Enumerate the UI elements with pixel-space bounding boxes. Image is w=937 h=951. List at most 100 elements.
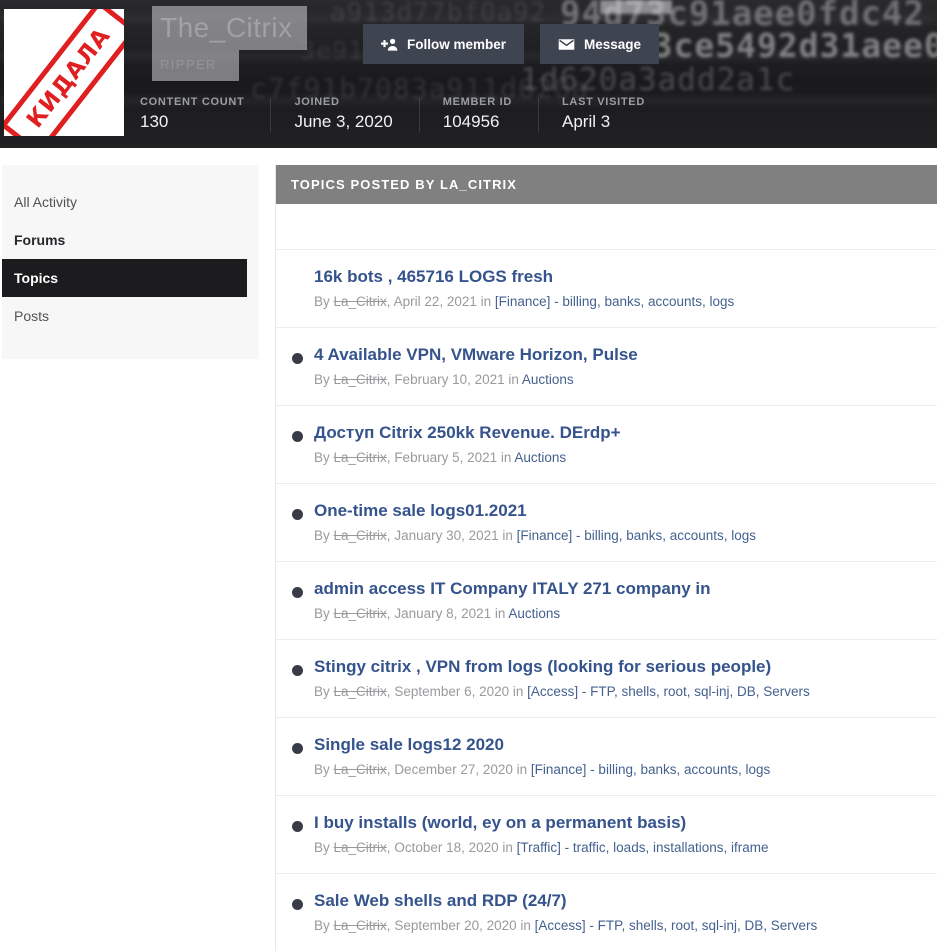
stat-value: 130	[140, 112, 169, 131]
meta-in-word: in	[509, 684, 528, 699]
topic-author-link[interactable]: La_Citrix	[334, 450, 387, 465]
stamp-text: КИДАЛА	[22, 22, 116, 133]
topic-date: April 22, 2021	[393, 294, 477, 309]
follow-member-button[interactable]: Follow member	[363, 24, 525, 64]
meta-in-word: in	[497, 450, 515, 465]
meta-in-word: in	[504, 372, 522, 387]
topic-row[interactable]: 4 Available VPN, VMware Horizon, Pulse By…	[276, 328, 937, 406]
topic-forum-link[interactable]: [Finance] - billing, banks, accounts, lo…	[531, 762, 770, 777]
username-block: The_Citrix RIPPER	[152, 6, 307, 81]
topic-author-link[interactable]: La_Citrix	[334, 762, 387, 777]
topic-row[interactable]: admin access IT Company ITALY 271 compan…	[276, 562, 937, 640]
unread-dot-icon	[292, 587, 303, 598]
topic-content: 16k bots , 465716 LOGS fresh By La_Citrix…	[314, 266, 924, 311]
stat-joined: JOINED June 3, 2020	[270, 96, 418, 132]
filter-toolbar[interactable]	[276, 204, 937, 250]
topic-row[interactable]: 16k bots , 465716 LOGS fresh By La_Citrix…	[276, 250, 937, 328]
topic-forum-link[interactable]: [Finance] - billing, banks, accounts, lo…	[495, 294, 734, 309]
profile-stats: CONTENT COUNT 130 JOINED June 3, 2020 ME…	[140, 96, 671, 132]
sidebar-item-posts[interactable]: Posts	[2, 297, 259, 335]
topic-title-link[interactable]: Доступ Citrix 250kk Revenue. DErdp+	[314, 422, 924, 444]
content-panel: TOPICS POSTED BY LA_CITRIX 16k bots , 46…	[275, 165, 937, 951]
unread-dot-icon	[292, 899, 303, 910]
topic-row[interactable]: Stingy citrix , VPN from logs (looking f…	[276, 640, 937, 718]
topic-list: 16k bots , 465716 LOGS fresh By La_Citrix…	[276, 250, 937, 951]
topic-row[interactable]: Sale Web shells and RDP (24/7) By La_Citr…	[276, 874, 937, 951]
meta-by-prefix: By	[314, 528, 334, 543]
topic-title-link[interactable]: I buy installs (world, ey on a permanent…	[314, 812, 924, 834]
stat-value: April 3	[562, 112, 611, 131]
topic-date: February 10, 2021	[394, 372, 505, 387]
topic-title-link[interactable]: 16k bots , 465716 LOGS fresh	[314, 266, 924, 288]
topic-row[interactable]: One-time sale logs01.2021 By La_Citrix, J…	[276, 484, 937, 562]
topic-forum-link[interactable]: [Traffic] - traffic, loads, installation…	[517, 840, 769, 855]
topic-title-link[interactable]: Stingy citrix , VPN from logs (looking f…	[314, 656, 924, 678]
stat-value: June 3, 2020	[294, 112, 393, 131]
topic-content: One-time sale logs01.2021 By La_Citrix, J…	[314, 500, 924, 545]
topic-date: January 30, 2021	[394, 528, 499, 543]
topic-row[interactable]: Доступ Citrix 250kk Revenue. DErdp+ By La…	[276, 406, 937, 484]
topic-date: December 27, 2020	[394, 762, 513, 777]
topic-meta: By La_Citrix, January 30, 2021 in [Finan…	[314, 527, 924, 545]
topic-title-link[interactable]: 4 Available VPN, VMware Horizon, Pulse	[314, 344, 924, 366]
topic-author-link[interactable]: La_Citrix	[334, 372, 387, 387]
topic-date: October 18, 2020	[394, 840, 499, 855]
stat-last-visited: LAST VISITED April 3	[538, 96, 671, 132]
username: The_Citrix	[152, 6, 307, 50]
topic-meta: By La_Citrix, October 18, 2020 in [Traff…	[314, 839, 924, 857]
meta-by-prefix: By	[314, 450, 334, 465]
topic-forum-link[interactable]: [Access] - FTP, shells, root, sql-inj, D…	[535, 918, 818, 933]
topic-meta: By La_Citrix, April 22, 2021 in [Finance…	[314, 293, 924, 311]
topic-title-link[interactable]: One-time sale logs01.2021	[314, 500, 924, 522]
message-label: Message	[584, 36, 642, 52]
topic-author-link[interactable]: La_Citrix	[334, 840, 387, 855]
user-plus-icon	[381, 38, 398, 51]
topic-date: September 20, 2020	[394, 918, 517, 933]
topic-forum-link[interactable]: [Finance] - billing, banks, accounts, lo…	[517, 528, 756, 543]
topic-title-link[interactable]: admin access IT Company ITALY 271 compan…	[314, 578, 924, 600]
topic-content: admin access IT Company ITALY 271 compan…	[314, 578, 924, 623]
topic-row[interactable]: Single sale logs12 2020 By La_Citrix, Dec…	[276, 718, 937, 796]
topic-meta: By La_Citrix, December 27, 2020 in [Fina…	[314, 761, 924, 779]
topic-title-link[interactable]: Single sale logs12 2020	[314, 734, 924, 756]
topic-forum-link[interactable]: Auctions	[514, 450, 566, 465]
stat-label: CONTENT COUNT	[140, 96, 245, 108]
topic-author-link[interactable]: La_Citrix	[334, 918, 387, 933]
avatar[interactable]: КИДАЛА	[4, 9, 124, 136]
topic-author-link[interactable]: La_Citrix	[334, 294, 387, 309]
topic-forum-link[interactable]: Auctions	[522, 372, 574, 387]
meta-by-prefix: By	[314, 606, 334, 621]
topic-title-link[interactable]: Sale Web shells and RDP (24/7)	[314, 890, 924, 912]
content-header: TOPICS POSTED BY LA_CITRIX	[276, 165, 937, 204]
topic-content: Sale Web shells and RDP (24/7) By La_Citr…	[314, 890, 924, 935]
meta-by-prefix: By	[314, 840, 334, 855]
meta-in-word: in	[498, 840, 517, 855]
profile-header: a913d77bf0a92 3e91f0b7832e c7f91b7083a91…	[0, 0, 937, 148]
topic-forum-link[interactable]: [Access] - FTP, shells, root, sql-inj, D…	[527, 684, 810, 699]
unread-dot-icon	[292, 743, 303, 754]
unread-dot-icon	[292, 353, 303, 364]
topic-meta: By La_Citrix, February 5, 2021 in Auctio…	[314, 449, 924, 467]
unread-dot-icon	[292, 821, 303, 832]
meta-in-word: in	[516, 918, 535, 933]
sidebar-item-topics[interactable]: Topics	[2, 259, 247, 297]
sidebar-item-forums[interactable]: Forums	[2, 221, 259, 259]
message-button[interactable]: Message	[540, 24, 660, 64]
sidebar-item-all-activity[interactable]: All Activity	[2, 183, 259, 221]
stat-member-id: MEMBER ID 104956	[418, 96, 538, 132]
topic-content: I buy installs (world, ey on a permanent…	[314, 812, 924, 857]
meta-by-prefix: By	[314, 684, 334, 699]
topic-content: 4 Available VPN, VMware Horizon, Pulse By…	[314, 344, 924, 389]
meta-in-word: in	[498, 528, 517, 543]
topic-row[interactable]: I buy installs (world, ey on a permanent…	[276, 796, 937, 874]
stat-label: LAST VISITED	[562, 96, 645, 108]
topic-author-link[interactable]: La_Citrix	[334, 684, 387, 699]
meta-in-word: in	[512, 762, 531, 777]
topic-author-link[interactable]: La_Citrix	[334, 606, 387, 621]
topic-content: Stingy citrix , VPN from logs (looking f…	[314, 656, 924, 701]
topic-content: Single sale logs12 2020 By La_Citrix, Dec…	[314, 734, 924, 779]
topic-date: September 6, 2020	[394, 684, 510, 699]
topic-author-link[interactable]: La_Citrix	[334, 528, 387, 543]
cover-code-text: 1d620a3add2a1c	[520, 62, 796, 98]
topic-forum-link[interactable]: Auctions	[508, 606, 560, 621]
